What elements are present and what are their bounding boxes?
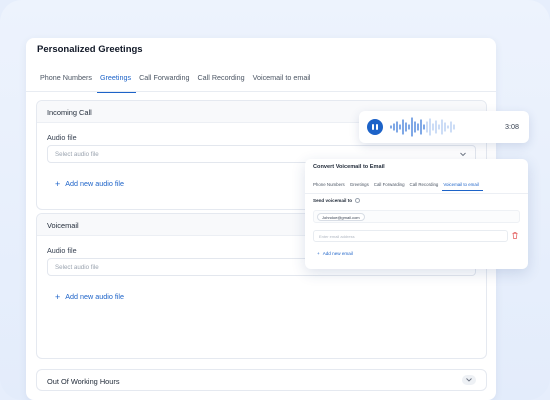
voicemail-add-audio-link[interactable]: + Add new audio file [55, 292, 124, 301]
tab-greetings[interactable]: Greetings [349, 182, 373, 191]
voicemail-audio-label: Audio file [47, 246, 77, 255]
tab-call-recording[interactable]: Call Recording [409, 182, 443, 191]
add-email-label: Add new email [322, 251, 353, 256]
tab-call-forwarding[interactable]: Call Forwarding [136, 73, 194, 93]
incoming-audio-label: Audio file [47, 133, 77, 142]
send-voicemail-text: Send voicemail to [313, 198, 353, 203]
voicemail-add-audio-label: Add new audio file [65, 292, 125, 301]
send-voicemail-label: Send voicemail to [313, 198, 361, 203]
plus-icon: + [55, 291, 61, 302]
incoming-audio-placeholder: Select audio file [55, 151, 99, 158]
pause-button[interactable] [367, 119, 383, 135]
expand-toggle[interactable] [462, 375, 476, 385]
tab-call-recording[interactable]: Call Recording [194, 73, 249, 93]
incoming-add-audio-label: Add new audio file [65, 179, 125, 188]
out-of-hours-section[interactable]: Out Of Working Hours [36, 369, 487, 391]
tabs-divider [26, 91, 496, 92]
email-recipients-box[interactable]: Johndoe@gmail.com [313, 210, 520, 223]
convert-voicemail-title: Convert Voicemail to Email [313, 164, 385, 170]
email-input-placeholder: Enter email address [319, 234, 355, 239]
voicemail-title: Voicemail [47, 221, 79, 230]
tab-greetings[interactable]: Greetings [96, 73, 137, 93]
tab-phone-numbers[interactable]: Phone Numbers [312, 182, 349, 191]
plus-icon: + [317, 251, 320, 256]
tab-call-forwarding[interactable]: Call Forwarding [373, 182, 409, 191]
incoming-add-audio-link[interactable]: + Add new audio file [55, 179, 124, 188]
email-input[interactable]: Enter email address [313, 230, 508, 242]
audio-duration: 3:08 [505, 122, 519, 131]
tab-phone-numbers[interactable]: Phone Numbers [37, 73, 97, 93]
incoming-call-title: Incoming Call [47, 108, 92, 117]
out-of-hours-title: Out Of Working Hours [47, 377, 120, 386]
tab-voicemail-to-email[interactable]: Voicemail to email [442, 182, 483, 191]
audio-player: 3:08 [359, 111, 529, 143]
convert-voicemail-card: Convert Voicemail to Email Phone Numbers… [305, 159, 528, 269]
info-icon [355, 198, 361, 203]
add-email-link[interactable]: + Add new email [317, 251, 353, 256]
chevron-down-icon [460, 152, 466, 157]
pause-icon [372, 124, 374, 130]
waveform-icon [390, 117, 455, 137]
voicemail-audio-placeholder: Select audio file [55, 264, 99, 271]
plus-icon: + [55, 178, 61, 189]
chevron-down-icon [466, 378, 472, 382]
trash-icon[interactable] [512, 232, 518, 239]
page-title: Personalized Greetings [37, 44, 143, 55]
tabs-divider [305, 193, 528, 194]
voicemail-card-tabs: Phone Numbers Greetings Call Forwarding … [312, 182, 483, 191]
pause-icon-bar [376, 124, 378, 130]
tab-bar: Phone Numbers Greetings Call Forwarding … [37, 73, 316, 93]
tab-voicemail-to-email[interactable]: Voicemail to email [250, 73, 316, 93]
email-chip[interactable]: Johndoe@gmail.com [317, 213, 365, 221]
